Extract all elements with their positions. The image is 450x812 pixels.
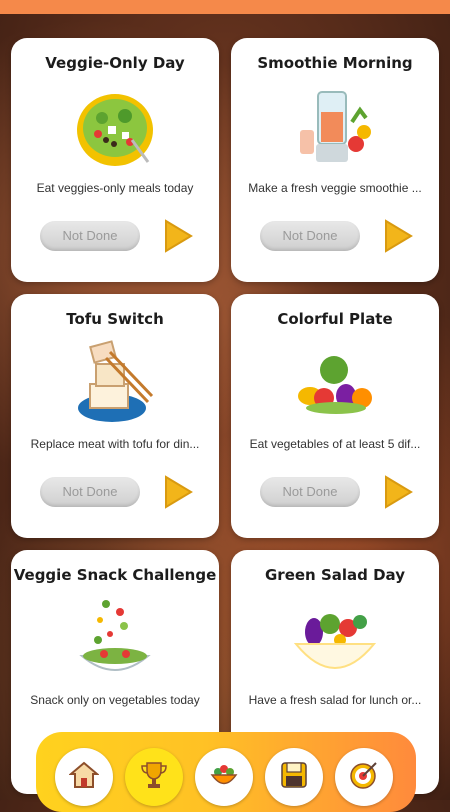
nav-save-button[interactable] — [265, 748, 323, 806]
card-title: Green Salad Day — [265, 566, 405, 584]
status-button[interactable]: Not Done — [40, 221, 140, 251]
challenge-card[interactable]: Smoothie Morning Make a fresh veggie smo… — [231, 38, 439, 282]
tofu-chopsticks-icon — [78, 340, 154, 422]
blender-smoothie-icon — [300, 91, 371, 162]
vegetable-pile-icon — [298, 356, 372, 414]
salad-icon — [210, 765, 238, 785]
play-arrow-icon[interactable] — [163, 219, 193, 253]
card-description: Eat veggies-only meals today — [36, 181, 194, 195]
home-icon — [69, 761, 99, 788]
bottom-navigation — [36, 732, 416, 812]
card-title: Veggie-Only Day — [45, 54, 185, 72]
card-title: Colorful Plate — [277, 310, 393, 328]
card-title: Smoothie Morning — [257, 54, 413, 72]
play-arrow-icon[interactable] — [383, 219, 413, 253]
status-button[interactable]: Not Done — [260, 477, 360, 507]
card-description: Have a fresh salad for lunch or... — [248, 693, 422, 707]
falling-salad-icon — [79, 600, 151, 671]
nav-target-button[interactable] — [335, 748, 393, 806]
status-button[interactable]: Not Done — [40, 477, 140, 507]
target-icon — [350, 762, 377, 789]
salad-bowl-icon — [77, 94, 153, 166]
save-icon — [281, 762, 307, 788]
card-description: Replace meat with tofu for din... — [30, 437, 200, 451]
trophy-icon — [141, 762, 167, 788]
card-description: Make a fresh veggie smoothie ... — [248, 181, 422, 195]
nav-trophy-button[interactable] — [125, 748, 183, 806]
salad-bowl-icon — [293, 614, 377, 669]
challenge-card[interactable]: Tofu Switch Replace meat with tofu for d… — [11, 294, 219, 538]
card-title: Veggie Snack Challenge — [13, 566, 217, 584]
play-arrow-icon[interactable] — [383, 475, 413, 509]
card-title: Tofu Switch — [66, 310, 164, 328]
play-arrow-icon[interactable] — [163, 475, 193, 509]
challenge-card[interactable]: Colorful Plate Eat vegetables of at leas… — [231, 294, 439, 538]
card-description: Eat vegetables of at least 5 dif... — [249, 437, 421, 451]
nav-salad-button[interactable] — [195, 748, 253, 806]
nav-home-button[interactable] — [55, 748, 113, 806]
card-description: Snack only on vegetables today — [30, 693, 200, 707]
challenge-card[interactable]: Veggie-Only Day Eat veggies-only meals t… — [11, 38, 219, 282]
status-button[interactable]: Not Done — [260, 221, 360, 251]
top-status-bar — [0, 0, 450, 14]
